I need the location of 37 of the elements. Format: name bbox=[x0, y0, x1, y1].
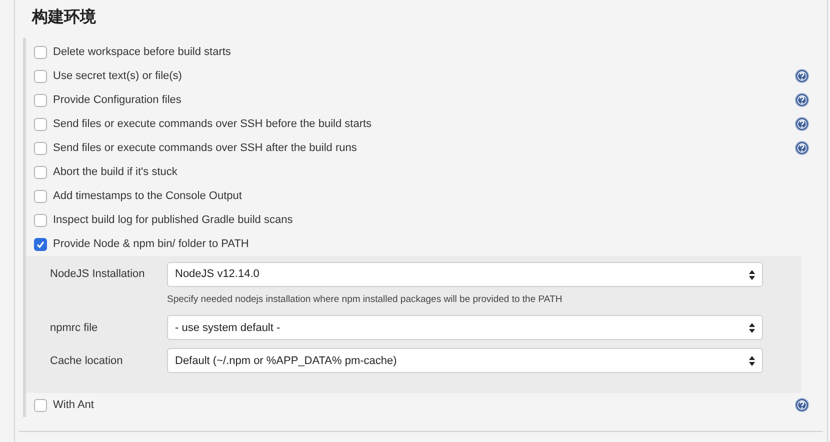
updown-icon bbox=[749, 322, 755, 333]
select-field[interactable]: NodeJS v12.14.0 bbox=[167, 262, 763, 287]
checkbox[interactable] bbox=[34, 118, 47, 130]
option-label: Provide Configuration files bbox=[53, 92, 182, 108]
option-label: With Ant bbox=[53, 398, 95, 413]
select-field[interactable]: - use system default - bbox=[167, 315, 763, 340]
field-label: Cache location bbox=[49, 354, 124, 368]
check-icon bbox=[36, 240, 45, 248]
help-icon[interactable] bbox=[795, 141, 809, 155]
help-icon[interactable] bbox=[795, 69, 809, 83]
updown-icon bbox=[749, 270, 755, 280]
option-label: Send files or execute commands over SSH before the build starts bbox=[53, 116, 373, 132]
option-label: Use secret text(s) or file(s) bbox=[53, 68, 183, 84]
help-icon[interactable] bbox=[795, 398, 809, 412]
checkbox[interactable] bbox=[34, 70, 47, 82]
checkbox[interactable] bbox=[34, 238, 47, 250]
updown-icon bbox=[749, 356, 755, 366]
option-label: Abort the build if it's stuck bbox=[53, 164, 178, 180]
option-label: Send files or execute commands over SSH after the build runs bbox=[53, 140, 358, 156]
checkbox[interactable] bbox=[34, 166, 47, 178]
checkbox[interactable] bbox=[34, 94, 47, 106]
field-label: NodeJS Installation bbox=[49, 267, 146, 282]
select-field[interactable]: Default (~/.npm or %APP_DATA% pm-cache) bbox=[167, 348, 763, 374]
option-label: Delete workspace before build starts bbox=[53, 44, 232, 60]
field-label: npmrc file bbox=[49, 320, 99, 336]
checkbox[interactable] bbox=[34, 46, 47, 58]
option-label: Add timestamps to the Console Output bbox=[53, 188, 243, 204]
option-label: Provide Node & npm bin/ folder to PATH bbox=[53, 236, 250, 252]
checkbox[interactable] bbox=[34, 398, 47, 412]
help-icon[interactable] bbox=[795, 93, 809, 107]
section-title: 构建环境 bbox=[30, 7, 97, 28]
field-hint: Specify needed nodejs installation where npm installed packages will be provided to the PATH bbox=[166, 293, 564, 307]
option-label: Inspect build log for published Gradle build scans bbox=[53, 212, 294, 228]
checkbox[interactable] bbox=[34, 190, 47, 202]
checkbox[interactable] bbox=[34, 142, 47, 154]
checkbox[interactable] bbox=[34, 214, 47, 226]
help-icon[interactable] bbox=[795, 117, 809, 131]
